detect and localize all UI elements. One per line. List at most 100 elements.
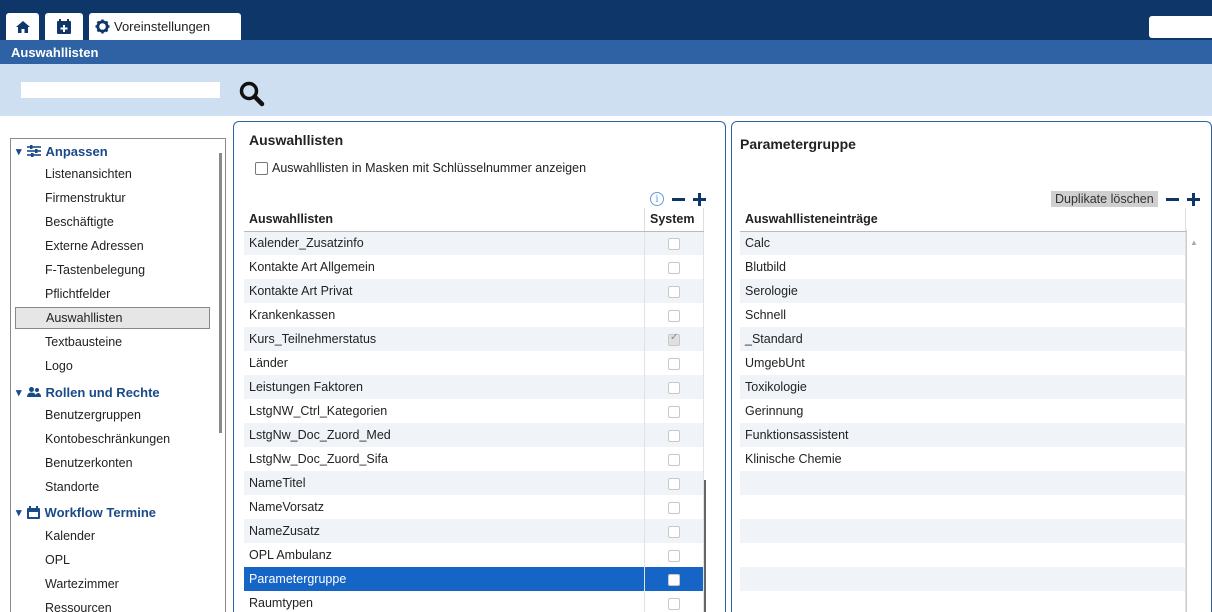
table-row[interactable] xyxy=(740,471,1186,495)
sidebar-item-opl[interactable]: OPL xyxy=(45,549,70,571)
new-tab[interactable] xyxy=(45,13,83,40)
scroll-up-icon[interactable]: ▲ xyxy=(1190,238,1198,247)
entries-scrollbar[interactable] xyxy=(1186,230,1202,612)
entry-name: Gerinnung xyxy=(740,399,1186,423)
sidebar-item-beschaeftigte[interactable]: Beschäftigte xyxy=(45,211,114,233)
entry-name: _Standard xyxy=(740,327,1186,351)
table-row[interactable]: Kontakte Art Allgemein xyxy=(244,255,704,279)
table-row[interactable]: Serologie xyxy=(740,279,1186,303)
auswahllisten-table: Auswahllisten System Kalender_Zusatzinfo… xyxy=(244,208,704,612)
search-input[interactable] xyxy=(21,82,220,98)
table-row[interactable]: UmgebUnt xyxy=(740,351,1186,375)
sidebar-group-rollen[interactable]: ▾ Rollen und Rechte xyxy=(16,382,160,402)
table-row[interactable]: LstgNw_Doc_Zuord_Sifa xyxy=(244,447,704,471)
system-checkbox xyxy=(668,357,680,370)
system-checkbox xyxy=(668,597,680,610)
sidebar-item-kalender[interactable]: Kalender xyxy=(45,525,95,547)
info-icon[interactable]: i xyxy=(650,192,664,206)
sidebar-group-anpassen[interactable]: ▾ Anpassen xyxy=(16,141,108,161)
sidebar-item-listenansichten[interactable]: Listenansichten xyxy=(45,163,132,185)
sidebar-item-externe-adressen[interactable]: Externe Adressen xyxy=(45,235,144,257)
delete-duplicates-button[interactable]: Duplikate löschen xyxy=(1051,191,1158,207)
table-row[interactable]: Leistungen Faktoren xyxy=(244,375,704,399)
table-row[interactable]: Länder xyxy=(244,351,704,375)
table-row[interactable]: Calc xyxy=(740,231,1186,255)
sidebar-item-pflichtfelder[interactable]: Pflichtfelder xyxy=(45,283,110,305)
sidebar-item-kontobeschraenkungen[interactable]: Kontobeschränkungen xyxy=(45,428,170,450)
column-header-entries[interactable]: Auswahllisteneinträge xyxy=(740,208,1186,232)
system-checkbox xyxy=(668,332,680,346)
table-row[interactable] xyxy=(740,591,1186,612)
sidebar-item-standorte[interactable]: Standorte xyxy=(45,476,99,498)
table-row[interactable]: Funktionsassistent xyxy=(740,423,1186,447)
chevron-down-icon: ▾ xyxy=(16,386,22,399)
entry-name: Blutbild xyxy=(740,255,1186,279)
system-checkbox xyxy=(668,429,680,442)
table-row[interactable]: Kontakte Art Privat xyxy=(244,279,704,303)
list-name: Kontakte Art Privat xyxy=(244,279,646,303)
remove-entry-button[interactable] xyxy=(1165,197,1179,201)
sidebar-item-auswahllisten[interactable]: Auswahllisten xyxy=(15,307,210,329)
entry-name: UmgebUnt xyxy=(740,351,1186,375)
search-button[interactable] xyxy=(238,80,266,108)
sidebar-item-ressourcen[interactable]: Ressourcen xyxy=(45,597,112,612)
table-row[interactable]: Schnell xyxy=(740,303,1186,327)
system-checkbox xyxy=(668,549,680,562)
sidebar-group-workflow[interactable]: ▾ Workflow Termine xyxy=(16,502,156,522)
top-right-field[interactable] xyxy=(1149,16,1212,38)
table-row[interactable]: Kalender_Zusatzinfo xyxy=(244,231,704,255)
checkbox-label: Auswahllisten in Masken mit Schlüsselnum… xyxy=(272,161,587,175)
table-row[interactable]: LstgNW_Ctrl_Kategorien xyxy=(244,399,704,423)
sidebar-item-firmenstruktur[interactable]: Firmenstruktur xyxy=(45,187,126,209)
table-row[interactable]: _Standard xyxy=(740,327,1186,351)
system-checkbox xyxy=(668,525,680,538)
list-name: LstgNW_Ctrl_Kategorien xyxy=(244,399,646,423)
sidebar-item-f-tastenbelegung[interactable]: F-Tastenbelegung xyxy=(45,259,145,281)
table-row[interactable] xyxy=(740,567,1186,591)
entry-name: Serologie xyxy=(740,279,1186,303)
table-row[interactable]: OPL Ambulanz xyxy=(244,543,704,567)
sidebar-item-wartezimmer[interactable]: Wartezimmer xyxy=(45,573,119,595)
table-row[interactable] xyxy=(740,495,1186,519)
table-header: Auswahllisten System xyxy=(244,208,704,232)
table-row[interactable]: Blutbild xyxy=(740,255,1186,279)
sidebar-item-benutzergruppen[interactable]: Benutzergruppen xyxy=(45,404,141,426)
sidebar-group-label: Rollen und Rechte xyxy=(45,384,160,400)
table-row[interactable] xyxy=(740,543,1186,567)
table-row[interactable] xyxy=(740,519,1186,543)
sidebar-item-logo[interactable]: Logo xyxy=(45,355,73,377)
system-checkbox xyxy=(668,573,680,586)
sidebar: ▾ Anpassen Listenansichten Firmenstruktu… xyxy=(10,138,226,612)
checkbox-box[interactable] xyxy=(255,161,268,175)
table-row[interactable]: Toxikologie xyxy=(740,375,1186,399)
home-tab[interactable] xyxy=(6,13,39,40)
sidebar-scrollbar[interactable] xyxy=(219,153,222,433)
table-row[interactable]: Gerinnung xyxy=(740,399,1186,423)
calendar-icon xyxy=(26,505,40,519)
column-header-system[interactable]: System xyxy=(644,208,704,232)
add-list-button[interactable] xyxy=(693,192,706,206)
table-row[interactable]: LstgNw_Doc_Zuord_Med xyxy=(244,423,704,447)
add-entry-button[interactable] xyxy=(1186,192,1200,206)
list-name: Kontakte Art Allgemein xyxy=(244,255,646,279)
table-row[interactable]: NameZusatz xyxy=(244,519,704,543)
list-name: Krankenkassen xyxy=(244,303,646,327)
table-row[interactable]: NameTitel xyxy=(244,471,704,495)
table-row[interactable]: Kurs_Teilnehmerstatus xyxy=(244,327,704,351)
system-checkbox xyxy=(668,285,680,298)
tab-voreinstellungen[interactable]: Voreinstellungen xyxy=(89,13,241,40)
sidebar-item-textbausteine[interactable]: Textbausteine xyxy=(45,331,122,353)
parametergruppe-panel: Parametergruppe Duplikate löschen Auswah… xyxy=(731,121,1212,612)
table-row-selected[interactable]: Parametergruppe xyxy=(244,567,704,591)
table-header: Auswahllisteneinträge xyxy=(740,208,1186,232)
table-row[interactable]: NameVorsatz xyxy=(244,495,704,519)
remove-list-button[interactable] xyxy=(672,197,685,201)
table-row[interactable]: Raumtypen xyxy=(244,591,704,612)
sidebar-item-benutzerkonten[interactable]: Benutzerkonten xyxy=(45,452,133,474)
table-row[interactable]: Klinische Chemie xyxy=(740,447,1186,471)
key-number-checkbox[interactable]: Auswahllisten in Masken mit Schlüsselnum… xyxy=(255,161,586,175)
column-header-auswahllisten[interactable]: Auswahllisten xyxy=(244,208,646,232)
table-row[interactable]: Krankenkassen xyxy=(244,303,704,327)
table-scrollbar[interactable] xyxy=(704,480,706,612)
list-name: Raumtypen xyxy=(244,591,646,612)
